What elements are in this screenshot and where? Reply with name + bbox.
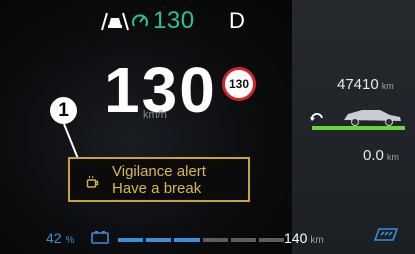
alert-title: Vigilance alert [112,163,206,180]
fuel-gauge-segment [118,238,144,242]
fuel-gauge-segment [202,238,228,242]
fuel-gauge-segment [230,238,256,242]
coffee-cup-icon [86,175,100,194]
fuel-status-bar: 42 % 140 km [0,224,324,254]
fuel-percent: 42 % [46,230,74,246]
driving-assist-status: 130 [100,7,195,34]
trip-value: 0.0 [363,147,384,164]
fuel-percent-value: 42 [46,230,62,246]
fuel-gauge-segment [174,238,200,242]
trip-distance: 0.0 km [363,147,399,164]
speed-limit-value: 130 [228,77,250,91]
instrument-cluster: 130 D 130 km/h 130 1 Vigilance alert Hav… [0,0,415,254]
main-display-panel [0,0,292,254]
odometer: 47410 km [337,76,394,93]
speed-unit: km/h [143,109,167,121]
set-speed: 130 [153,7,195,34]
cruise-control-icon [130,11,150,31]
fuel-gauge-segment [146,238,172,242]
fuel-percent-unit: % [65,235,75,246]
callout-badge: 1 [50,97,77,124]
trip-progress-bar [312,126,405,130]
callout-number: 1 [58,99,69,121]
lane-assist-icon [100,11,130,31]
fuel-gauge [118,238,285,242]
odometer-value: 47410 [337,76,379,93]
alert-subtitle: Have a break [112,180,202,197]
battery-icon [91,230,111,249]
range-value: 140 [284,230,308,246]
odometer-unit: km [381,81,394,91]
lane-departure-icon [372,226,400,247]
fuel-gauge-segment [258,238,285,242]
range-unit: km [310,235,324,246]
gear-indicator: D [229,8,245,33]
vigilance-alert: Vigilance alert Have a break [68,157,250,202]
speed-limit-sign: 130 [222,67,256,101]
range-readout: 140 km [284,230,324,246]
trip-unit: km [386,152,399,162]
